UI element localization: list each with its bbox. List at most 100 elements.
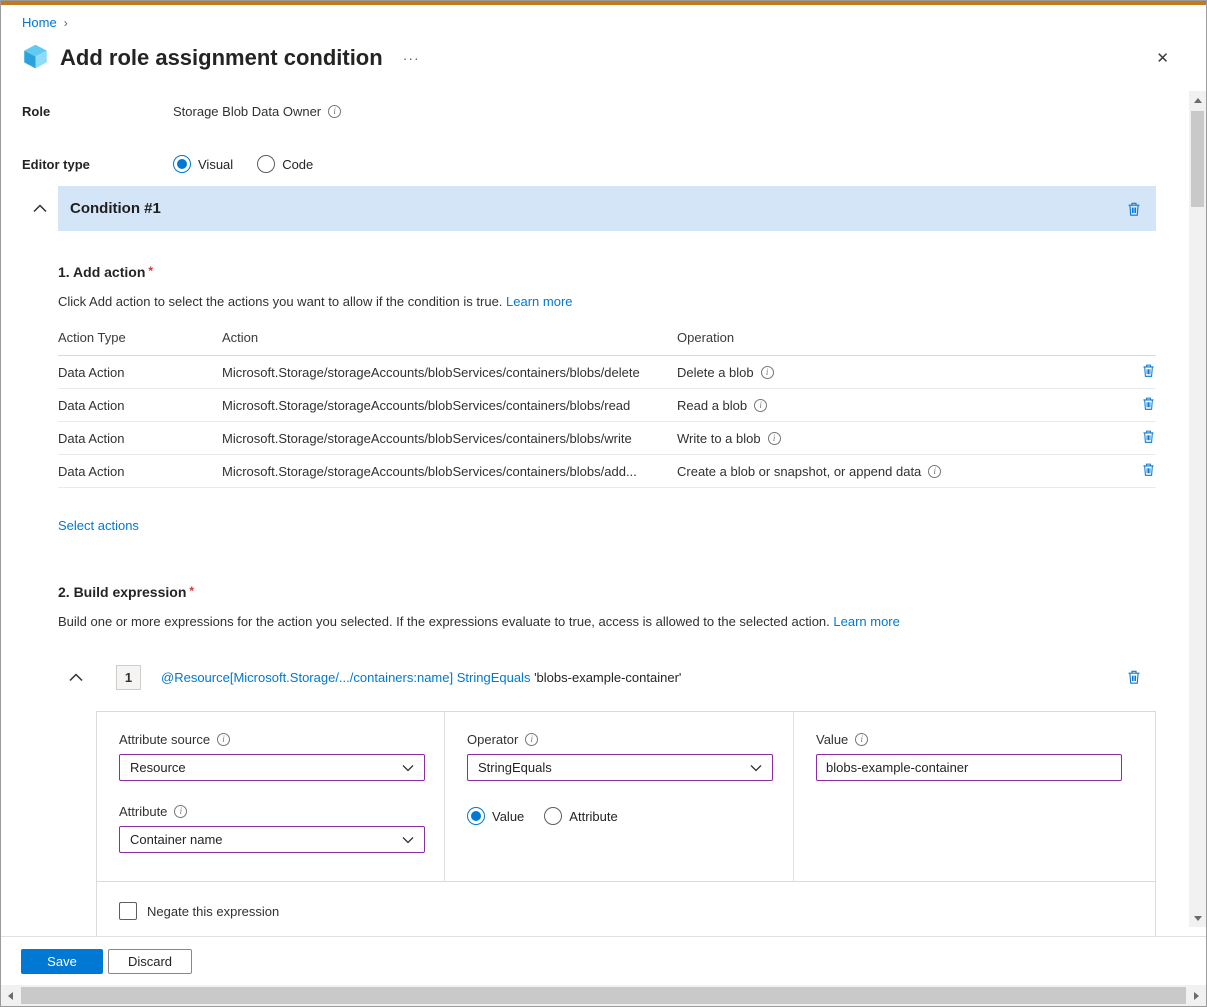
close-icon[interactable]: ✕ — [1152, 47, 1173, 69]
table-row: Data Action Microsoft.Storage/storageAcc… — [58, 455, 1156, 488]
editor-type-row: Editor type Visual Code — [1, 155, 1206, 173]
build-expression-description: Build one or more expressions for the ac… — [58, 614, 1156, 630]
expression-summary-text: @Resource[Microsoft.Storage/.../containe… — [161, 670, 681, 685]
horizontal-scrollbar-track[interactable] — [20, 985, 1187, 1006]
value-input[interactable] — [816, 754, 1122, 781]
expression-index-badge: 1 — [116, 665, 141, 690]
chevron-down-icon — [750, 764, 762, 772]
add-action-learn-more-link[interactable]: Learn more — [506, 294, 572, 309]
expression-operator-text: StringEquals — [457, 670, 531, 685]
build-expression-description-text: Build one or more expressions for the ac… — [58, 614, 830, 629]
build-expression-learn-more-link[interactable]: Learn more — [833, 614, 899, 629]
vertical-scrollbar[interactable] — [1189, 91, 1206, 927]
action-cell: Microsoft.Storage/storageAccounts/blobSe… — [222, 422, 677, 455]
action-type-cell: Data Action — [58, 422, 222, 455]
negate-expression-row: Negate this expression — [97, 882, 1155, 920]
table-row: Data Action Microsoft.Storage/storageAcc… — [58, 422, 1156, 455]
add-action-heading: 1. Add action* — [58, 264, 1156, 280]
expression-attribute-text: @Resource[Microsoft.Storage/.../containe… — [161, 670, 453, 685]
scroll-up-arrow-icon[interactable] — [1189, 91, 1206, 109]
vertical-scrollbar-thumb[interactable] — [1191, 111, 1204, 207]
value-column: Value i — [793, 712, 1155, 881]
mode-attribute-label: Attribute — [569, 809, 617, 824]
role-value: Storage Blob Data Owner — [173, 104, 321, 119]
actions-table-header-row: Action Type Action Operation — [58, 322, 1156, 356]
attribute-source-label: Attribute source — [119, 732, 210, 747]
info-icon: i — [855, 733, 868, 746]
select-actions-link[interactable]: Select actions — [58, 518, 139, 533]
expression-builder-grid: Attribute source i Resource Attribute i … — [97, 712, 1155, 882]
attribute-source-value: Resource — [130, 760, 186, 775]
column-header-action: Action — [222, 322, 677, 356]
discard-button[interactable]: Discard — [108, 949, 192, 974]
editor-type-radio-group: Visual Code — [173, 155, 313, 173]
editor-type-code-radio[interactable]: Code — [257, 155, 313, 173]
attribute-dropdown[interactable]: Container name — [119, 826, 425, 853]
attribute-source-dropdown[interactable]: Resource — [119, 754, 425, 781]
mode-value-radio[interactable]: Value — [467, 807, 524, 825]
operation-cell: Delete a blob — [677, 365, 754, 380]
title-row: Add role assignment condition ··· ✕ — [1, 31, 1206, 73]
more-options-icon[interactable]: ··· — [403, 50, 420, 66]
breadcrumb-home-link[interactable]: Home — [22, 15, 57, 30]
info-icon: i — [928, 465, 941, 478]
negate-expression-label: Negate this expression — [147, 904, 279, 919]
horizontal-scrollbar[interactable] — [1, 985, 1206, 1006]
value-label: Value — [816, 732, 848, 747]
mode-attribute-radio[interactable]: Attribute — [544, 807, 617, 825]
add-action-heading-text: 1. Add action — [58, 264, 145, 280]
radio-unselected-icon — [257, 155, 275, 173]
action-cell: Microsoft.Storage/storageAccounts/blobSe… — [222, 356, 677, 389]
trash-icon — [1126, 201, 1142, 217]
info-icon: i — [328, 105, 341, 118]
editor-type-label: Editor type — [22, 157, 173, 172]
trash-icon — [1141, 429, 1156, 444]
column-header-operation: Operation — [677, 322, 1116, 356]
delete-action-button[interactable] — [1141, 363, 1156, 378]
save-button[interactable]: Save — [21, 949, 103, 974]
role-label: Role — [22, 104, 173, 119]
column-header-action-type: Action Type — [58, 322, 222, 356]
condition-collapse-button[interactable] — [21, 204, 58, 213]
scroll-right-arrow-icon[interactable] — [1187, 985, 1206, 1006]
delete-action-button[interactable] — [1141, 462, 1156, 477]
horizontal-scrollbar-thumb[interactable] — [21, 987, 1186, 1004]
operator-dropdown[interactable]: StringEquals — [467, 754, 773, 781]
condition-header-row: Condition #1 — [1, 186, 1206, 231]
action-type-cell: Data Action — [58, 455, 222, 488]
operation-cell: Read a blob — [677, 398, 747, 413]
page-title: Add role assignment condition — [60, 45, 383, 71]
vertical-scrollbar-track[interactable] — [1189, 109, 1206, 909]
scroll-left-arrow-icon[interactable] — [1, 985, 20, 1006]
operation-cell: Write to a blob — [677, 431, 761, 446]
value-mode-radio-group: Value Attribute — [467, 807, 773, 825]
scroll-down-arrow-icon[interactable] — [1189, 909, 1206, 927]
trash-icon — [1141, 462, 1156, 477]
condition-sections: 1. Add action* Click Add action to selec… — [1, 264, 1206, 943]
action-type-cell: Data Action — [58, 356, 222, 389]
condition-delete-button[interactable] — [1126, 201, 1142, 217]
delete-expression-button[interactable] — [1126, 669, 1142, 685]
radio-unselected-icon — [544, 807, 562, 825]
delete-action-button[interactable] — [1141, 396, 1156, 411]
condition-header-bar[interactable]: Condition #1 — [58, 186, 1156, 231]
info-icon: i — [754, 399, 767, 412]
actions-table: Action Type Action Operation Data Action… — [58, 322, 1156, 488]
negate-expression-checkbox[interactable] — [119, 902, 137, 920]
expression-collapse-button[interactable] — [69, 673, 83, 682]
delete-action-button[interactable] — [1141, 429, 1156, 444]
cube-icon — [22, 43, 49, 75]
attribute-source-column: Attribute source i Resource Attribute i … — [97, 712, 444, 881]
editor-type-visual-label: Visual — [198, 157, 233, 172]
expression-builder-panel: Attribute source i Resource Attribute i … — [96, 711, 1156, 943]
editor-type-visual-radio[interactable]: Visual — [173, 155, 233, 173]
attribute-value: Container name — [130, 832, 223, 847]
radio-selected-icon — [173, 155, 191, 173]
action-type-cell: Data Action — [58, 389, 222, 422]
operator-value: StringEquals — [478, 760, 552, 775]
build-expression-heading: 2. Build expression* — [58, 584, 1156, 600]
role-row: Role Storage Blob Data Owner i — [1, 104, 1206, 119]
action-cell: Microsoft.Storage/storageAccounts/blobSe… — [222, 455, 677, 488]
info-icon: i — [174, 805, 187, 818]
build-expression-heading-text: 2. Build expression — [58, 584, 186, 600]
